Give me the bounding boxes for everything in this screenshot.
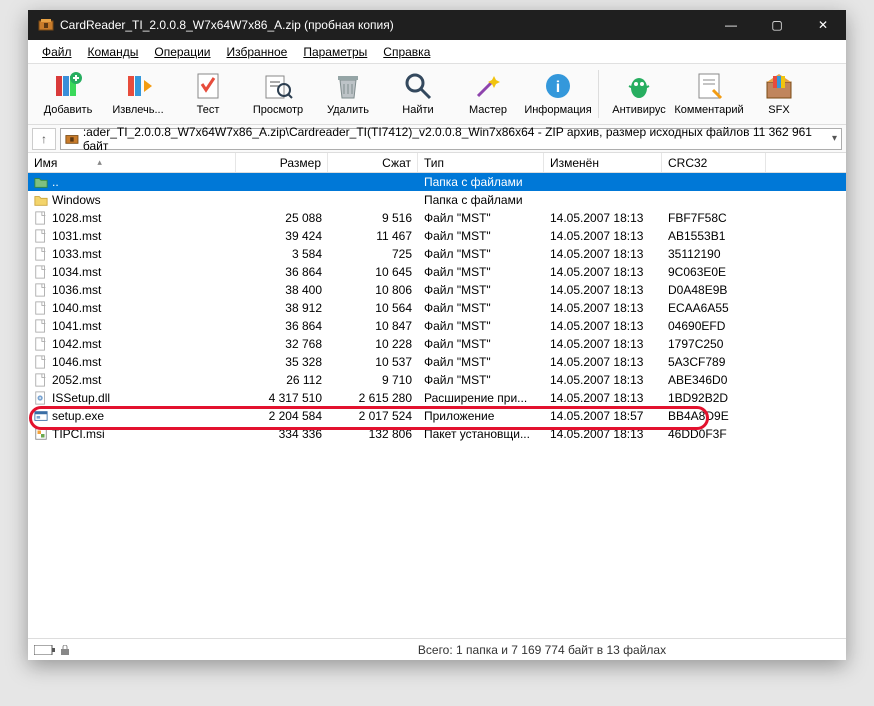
delete-button[interactable]: Удалить bbox=[314, 68, 382, 118]
maximize-button[interactable]: ▢ bbox=[754, 10, 800, 40]
msi-icon bbox=[34, 427, 48, 441]
file-icon bbox=[34, 301, 48, 315]
file-rows: .. Папка с файлами WindowsПапка с файлам… bbox=[28, 173, 846, 443]
file-row[interactable]: 1040.mst38 91210 564Файл "MST"14.05.2007… bbox=[28, 299, 846, 317]
view-button[interactable]: Просмотр bbox=[244, 68, 312, 118]
file-icon bbox=[34, 355, 48, 369]
up-button[interactable]: ↑ bbox=[32, 128, 56, 150]
toolbar: Добавить Извлечь... Тест Просмотр Удалит… bbox=[28, 64, 846, 125]
statusbar: Всего: 1 папка и 7 169 774 байт в 13 фай… bbox=[28, 638, 846, 660]
header-modified[interactable]: Изменён bbox=[544, 153, 662, 172]
file-icon bbox=[34, 211, 48, 225]
trash-icon bbox=[332, 70, 364, 102]
file-row[interactable]: ISSetup.dll4 317 5102 615 280Расширение … bbox=[28, 389, 846, 407]
header-type[interactable]: Тип bbox=[418, 153, 544, 172]
find-button[interactable]: Найти bbox=[384, 68, 452, 118]
menu-help[interactable]: Справка bbox=[375, 43, 438, 61]
file-row[interactable]: setup.exe2 204 5842 017 524Приложение14.… bbox=[28, 407, 846, 425]
pathbar: ↑ :ader_TI_2.0.0.8_W7x64W7x86_A.zip\Card… bbox=[28, 125, 846, 153]
sfx-icon bbox=[763, 70, 795, 102]
comment-icon bbox=[693, 70, 725, 102]
file-icon bbox=[34, 283, 48, 297]
file-row[interactable]: 1028.mst25 0889 516Файл "MST"14.05.2007 … bbox=[28, 209, 846, 227]
status-left bbox=[28, 645, 248, 655]
bug-icon bbox=[623, 70, 655, 102]
file-row[interactable]: 1042.mst32 76810 228Файл "MST"14.05.2007… bbox=[28, 335, 846, 353]
window-title: CardReader_TI_2.0.0.8_W7x64W7x86_A.zip (… bbox=[60, 18, 708, 32]
file-row[interactable]: 2052.mst26 1129 710Файл "MST"14.05.2007 … bbox=[28, 371, 846, 389]
app-icon bbox=[38, 17, 54, 33]
antivirus-button[interactable]: Антивирус bbox=[605, 68, 673, 118]
winrar-window: CardReader_TI_2.0.0.8_W7x64W7x86_A.zip (… bbox=[28, 10, 846, 660]
header-crc[interactable]: CRC32 bbox=[662, 153, 766, 172]
address-text: :ader_TI_2.0.0.8_W7x64W7x86_A.zip\Cardre… bbox=[83, 125, 832, 153]
menu-file[interactable]: Файл bbox=[34, 43, 80, 61]
file-icon bbox=[34, 265, 48, 279]
file-icon bbox=[34, 319, 48, 333]
close-button[interactable]: ✕ bbox=[800, 10, 846, 40]
menubar: Файл Команды Операции Избранное Параметр… bbox=[28, 40, 846, 64]
menu-options[interactable]: Параметры bbox=[295, 43, 375, 61]
battery-icon bbox=[34, 645, 56, 655]
extract-button[interactable]: Извлечь... bbox=[104, 68, 172, 118]
dropdown-icon[interactable]: ▾ bbox=[832, 133, 837, 144]
find-icon bbox=[402, 70, 434, 102]
info-icon: i bbox=[542, 70, 574, 102]
file-row[interactable]: 1046.mst35 32810 537Файл "MST"14.05.2007… bbox=[28, 353, 846, 371]
menu-favorites[interactable]: Избранное bbox=[219, 43, 296, 61]
file-icon bbox=[34, 229, 48, 243]
lock-icon bbox=[60, 645, 70, 655]
test-icon bbox=[192, 70, 224, 102]
file-row[interactable]: 1041.mst36 86410 847Файл "MST"14.05.2007… bbox=[28, 317, 846, 335]
file-icon bbox=[34, 337, 48, 351]
file-row[interactable]: TIPCI.msi334 336132 806Пакет установщи..… bbox=[28, 425, 846, 443]
view-icon bbox=[262, 70, 294, 102]
file-row[interactable]: 1033.mst3 584725Файл "MST"14.05.2007 18:… bbox=[28, 245, 846, 263]
exe-icon bbox=[34, 409, 48, 423]
test-button[interactable]: Тест bbox=[174, 68, 242, 118]
menu-commands[interactable]: Команды bbox=[80, 43, 147, 61]
status-text: Всего: 1 папка и 7 169 774 байт в 13 фай… bbox=[248, 643, 836, 657]
file-row[interactable]: WindowsПапка с файлами bbox=[28, 191, 846, 209]
info-button[interactable]: iИнформация bbox=[524, 68, 592, 118]
books-extract-icon bbox=[122, 70, 154, 102]
folder-up-icon bbox=[34, 175, 48, 189]
file-row[interactable]: 1034.mst36 86410 645Файл "MST"14.05.2007… bbox=[28, 263, 846, 281]
header-name[interactable]: Имя bbox=[28, 153, 236, 172]
header-packed[interactable]: Сжат bbox=[328, 153, 418, 172]
file-icon bbox=[34, 373, 48, 387]
header-size[interactable]: Размер bbox=[236, 153, 328, 172]
dll-icon bbox=[34, 391, 48, 405]
wizard-button[interactable]: Мастер bbox=[454, 68, 522, 118]
books-add-icon bbox=[52, 70, 84, 102]
add-button[interactable]: Добавить bbox=[34, 68, 102, 118]
window-controls: — ▢ ✕ bbox=[708, 10, 846, 40]
minimize-button[interactable]: — bbox=[708, 10, 754, 40]
file-list: Имя Размер Сжат Тип Изменён CRC32 .. Пап… bbox=[28, 153, 846, 638]
sfx-button[interactable]: SFX bbox=[745, 68, 813, 118]
file-row[interactable]: 1031.mst39 42411 467Файл "MST"14.05.2007… bbox=[28, 227, 846, 245]
svg-text:i: i bbox=[556, 79, 560, 96]
menu-operations[interactable]: Операции bbox=[146, 43, 218, 61]
wizard-icon bbox=[472, 70, 504, 102]
address-field[interactable]: :ader_TI_2.0.0.8_W7x64W7x86_A.zip\Cardre… bbox=[60, 128, 842, 150]
toolbar-separator bbox=[598, 70, 599, 118]
file-row[interactable]: 1036.mst38 40010 806Файл "MST"14.05.2007… bbox=[28, 281, 846, 299]
archive-icon bbox=[65, 132, 79, 146]
column-headers: Имя Размер Сжат Тип Изменён CRC32 bbox=[28, 153, 846, 173]
file-icon bbox=[34, 247, 48, 261]
titlebar[interactable]: CardReader_TI_2.0.0.8_W7x64W7x86_A.zip (… bbox=[28, 10, 846, 40]
comment-button[interactable]: Комментарий bbox=[675, 68, 743, 118]
parent-folder-row[interactable]: .. Папка с файлами bbox=[28, 173, 846, 191]
folder-icon bbox=[34, 193, 48, 207]
